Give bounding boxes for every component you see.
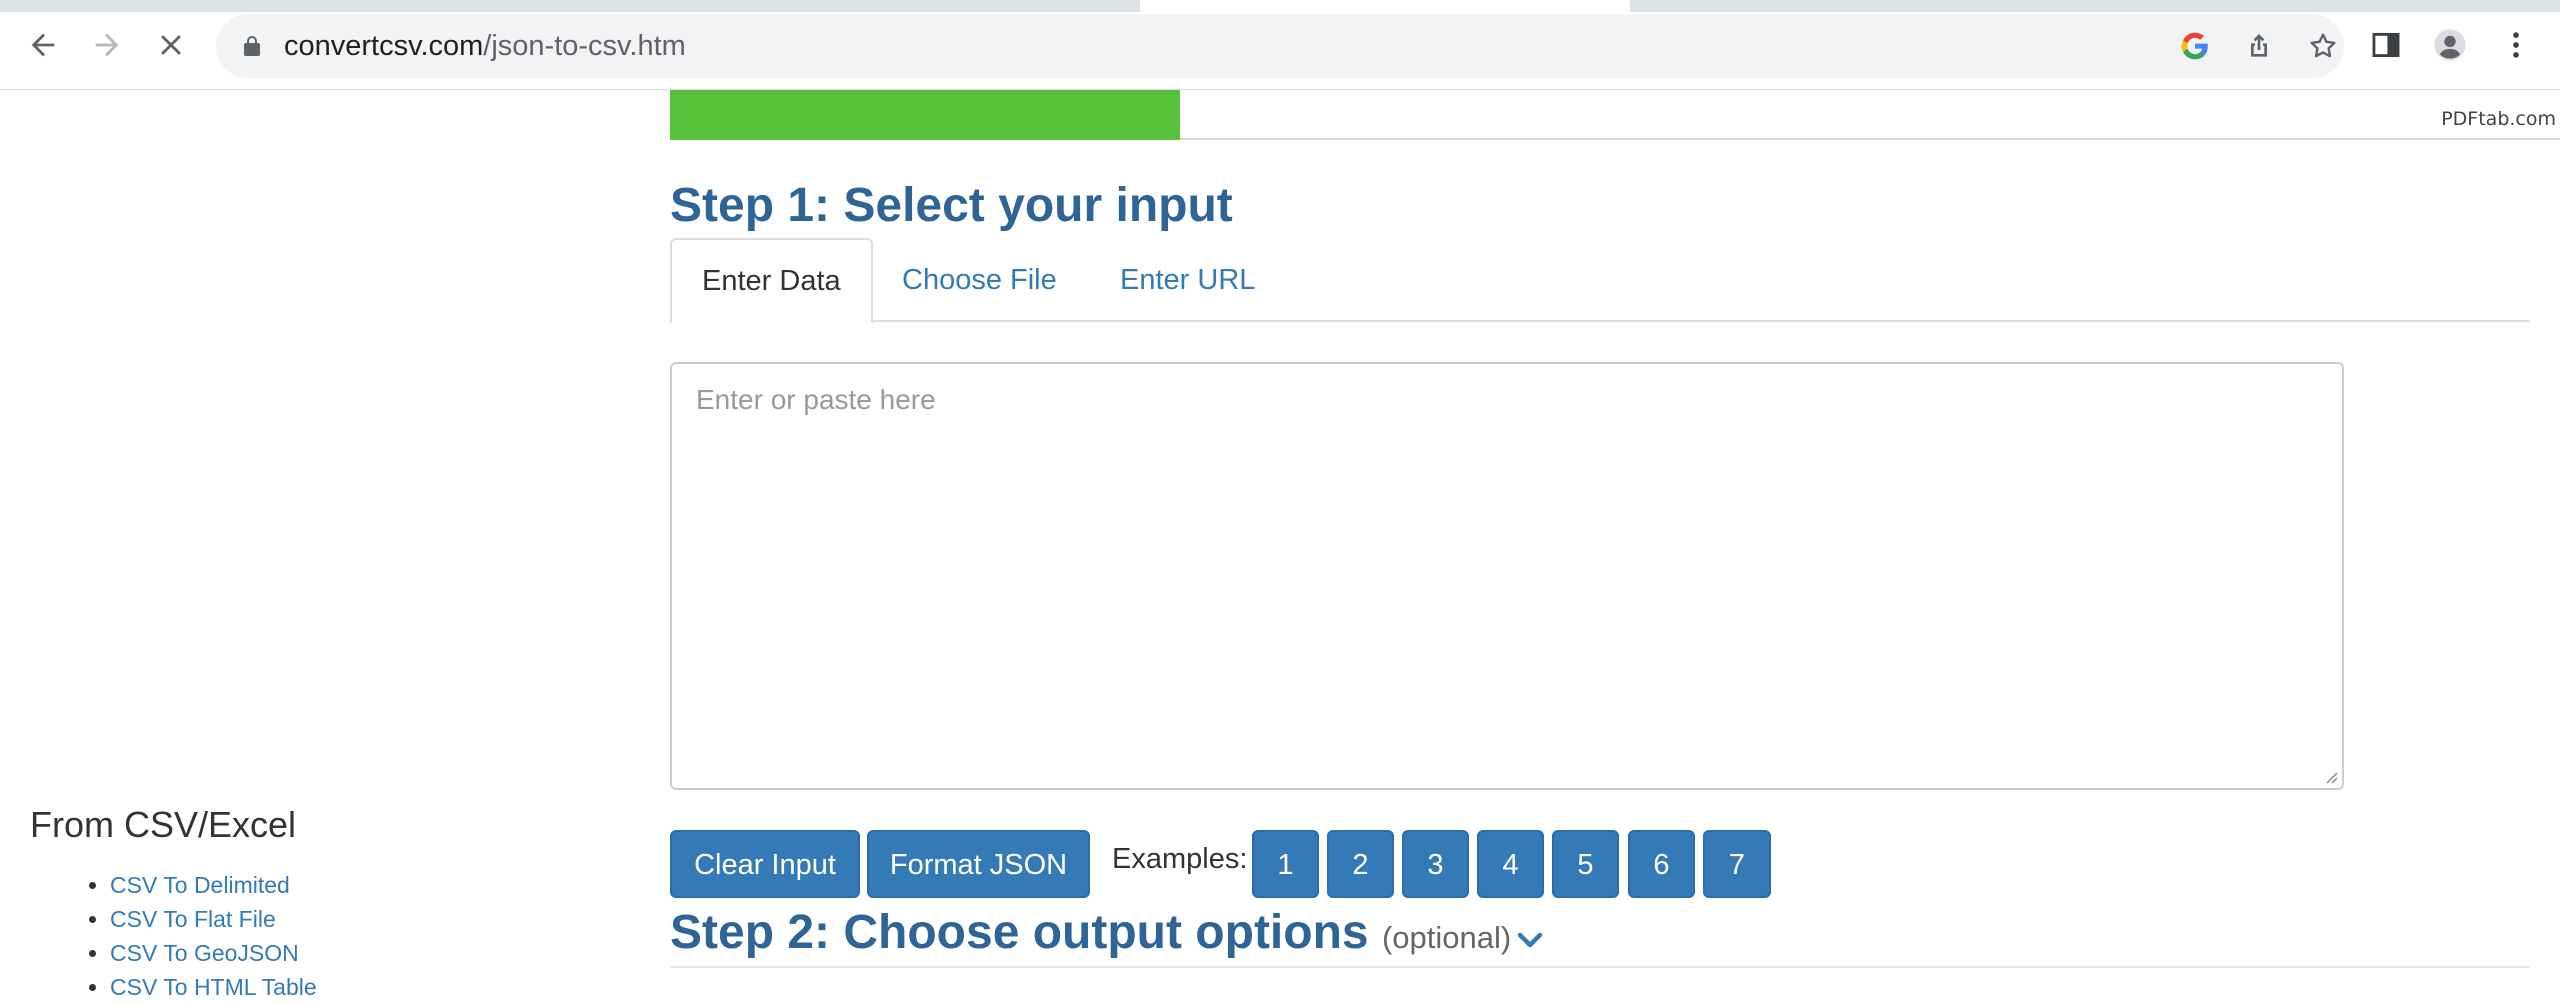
- active-tab-edge[interactable]: [1140, 0, 1630, 12]
- step1-title: Step 1: Select your input: [670, 179, 1233, 232]
- example-button-2[interactable]: 2: [1327, 830, 1394, 898]
- share-icon: [2251, 34, 2267, 57]
- sidebar-link-list: CSV To Delimited CSV To Flat File CSV To…: [82, 868, 317, 1004]
- example-button-4[interactable]: 4: [1477, 830, 1544, 898]
- link-csv-to-delimited[interactable]: CSV To Delimited: [110, 872, 290, 898]
- step2-divider: [670, 966, 2530, 968]
- step2-title: Step 2: Choose output options (optional): [670, 905, 1543, 960]
- tab-choose-file[interactable]: Choose File: [872, 238, 1087, 322]
- example-button-6[interactable]: 6: [1628, 830, 1695, 898]
- back-button[interactable]: [22, 24, 64, 66]
- url-host: convertcsv.com: [284, 30, 484, 62]
- side-panel-button[interactable]: [2364, 23, 2408, 67]
- menu-kebab-icon: [2513, 32, 2519, 58]
- bookmark-button[interactable]: [2304, 27, 2342, 65]
- address-bar[interactable]: convertcsv.com/json-to-csv.htm: [216, 14, 2344, 78]
- list-item: CSV To GeoJSON: [110, 936, 317, 970]
- url-text[interactable]: convertcsv.com/json-to-csv.htm: [284, 14, 686, 78]
- tab-enter-data[interactable]: Enter Data: [670, 238, 873, 324]
- clear-input-button[interactable]: Clear Input: [670, 830, 860, 898]
- optional-label: (optional): [1381, 920, 1512, 955]
- link-csv-to-geojson[interactable]: CSV To GeoJSON: [110, 940, 299, 966]
- menu-button[interactable]: [2494, 23, 2538, 67]
- tab-enter-url[interactable]: Enter URL: [1090, 238, 1285, 322]
- stop-loading-icon: [161, 35, 181, 55]
- back-arrow-icon: [31, 33, 55, 57]
- chevron-down-icon: [1517, 932, 1543, 948]
- input-placeholder: Enter or paste here: [696, 384, 936, 415]
- profile-icon: [2434, 29, 2466, 61]
- progress-bar: PDFtab.com: [670, 90, 2560, 140]
- resize-handle-icon[interactable]: [2322, 768, 2338, 784]
- example-button-5[interactable]: 5: [1552, 830, 1619, 898]
- examples-label: Examples:: [1112, 843, 1248, 875]
- example-button-3[interactable]: 3: [1402, 830, 1469, 898]
- sidebar-heading: From CSV/Excel: [30, 804, 297, 845]
- link-csv-to-html-table[interactable]: CSV To HTML Table: [110, 974, 317, 1000]
- tab-strip: [0, 0, 2560, 12]
- list-item: CSV To Delimited: [110, 868, 317, 902]
- data-input-textarea[interactable]: Enter or paste here: [670, 362, 2344, 790]
- progress-fill: [670, 90, 1181, 140]
- list-item: CSV To HTML Table: [110, 970, 317, 1004]
- side-panel-icon: [2372, 32, 2400, 58]
- ad-label[interactable]: PDFtab.com: [2441, 108, 2556, 130]
- google-icon: [2181, 32, 2208, 60]
- list-item: CSV To Flat File: [110, 902, 317, 936]
- link-csv-to-flat-file[interactable]: CSV To Flat File: [110, 906, 276, 932]
- stop-button[interactable]: [150, 24, 192, 66]
- google-lens-button[interactable]: [2176, 27, 2214, 65]
- browser-toolbar: convertcsv.com/json-to-csv.htm: [0, 0, 2560, 90]
- forward-arrow-icon: [95, 33, 119, 57]
- input-tabs: Enter Data Choose File Enter URL: [670, 238, 2530, 324]
- step2-optional-toggle[interactable]: (optional): [1382, 920, 1543, 955]
- format-json-button[interactable]: Format JSON: [867, 830, 1090, 898]
- lock-icon[interactable]: [240, 34, 264, 58]
- forward-button[interactable]: [86, 24, 128, 66]
- example-button-7[interactable]: 7: [1703, 830, 1771, 898]
- step2-title-text: Step 2: Choose output options: [670, 906, 1369, 959]
- profile-button[interactable]: [2428, 23, 2472, 67]
- example-button-1[interactable]: 1: [1252, 830, 1319, 898]
- star-icon: [2310, 33, 2336, 58]
- share-button[interactable]: [2240, 27, 2278, 65]
- url-path: /json-to-csv.htm: [483, 30, 686, 62]
